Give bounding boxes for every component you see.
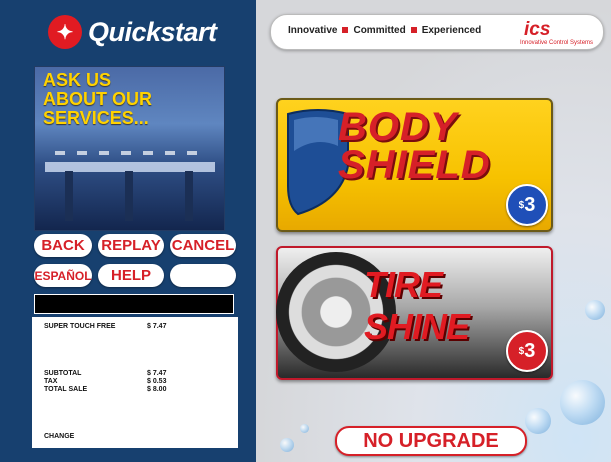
tagline-text: Innovative Committed Experienced [288,25,481,36]
quickstart-logo: ✦ Quickstart [48,12,217,52]
tagline-word: Committed [353,25,406,36]
square-bullet-icon [342,27,349,34]
body-shield-title-line: BODY [338,105,458,149]
body-shield-title-line: SHIELD [338,143,491,187]
canopy-pillar [65,171,73,221]
tire-shine-price-badge: $3 [506,330,548,372]
promo-line: ABOUT OUR [43,89,152,109]
ics-logo-subtitle: Innovative Control Systems [520,40,594,46]
brand-name: Quickstart [88,16,217,47]
canopy-lights [55,151,205,155]
receipt-total: $ 8.00 [147,386,167,393]
cancel-button[interactable]: CANCEL [170,234,236,257]
canopy-pillar [185,171,193,221]
body-shield-option[interactable]: BODY SHIELD $3 [276,98,553,232]
receipt-tax: $ 0.53 [147,378,167,385]
quickstart-mark-icon: ✦ [48,15,82,49]
receipt-subtotal-label: SUBTOTAL [44,370,82,377]
receipt-change-label: CHANGE [44,433,75,440]
bubble-graphic [560,380,605,425]
bubble-graphic [585,300,605,320]
receipt-tax-label: TAX [44,378,58,385]
help-button[interactable]: HELP [98,264,164,287]
back-button[interactable]: BACK [34,234,92,257]
promo-line: ASK US [43,70,112,90]
body-shield-price-badge: $3 [506,184,548,226]
price-value: 3 [524,339,536,362]
tagline-word: Experienced [421,25,482,36]
ics-logo: ics [524,19,551,40]
promo-text: ASK US ABOUT OUR SERVICES... [43,71,152,128]
bubble-graphic [525,408,551,434]
receipt-item-price: $ 7.47 [147,323,167,330]
blank-button[interactable] [170,264,236,287]
promo-line: SERVICES... [43,108,149,128]
square-bullet-icon [410,27,417,34]
receipt-subtotal: $ 7.47 [147,370,167,377]
canopy-pillar [125,171,133,221]
replay-button[interactable]: REPLAY [98,234,164,257]
promo-banner: ASK US ABOUT OUR SERVICES... [34,66,225,231]
price-value: 3 [524,193,536,216]
bubble-graphic [300,424,309,433]
message-display [34,294,234,314]
tagline-word: Innovative [288,25,338,36]
body-shield-title: BODY SHIELD [338,105,491,187]
receipt-total-label: TOTAL SALE [44,386,88,393]
receipt: SUPER TOUCH FREE $ 7.47 SUBTOTAL $ 7.47 … [32,317,238,448]
receipt-item-name: SUPER TOUCH FREE [44,323,116,330]
no-upgrade-button[interactable]: NO UPGRADE [335,426,527,456]
tire-shine-option[interactable]: TIRE SHINE $3 [276,246,553,380]
tagline-bar: Innovative Committed Experienced ics Innov… [270,14,604,50]
bubble-graphic [280,438,294,452]
espanol-button[interactable]: ESPAÑOL [34,264,92,287]
